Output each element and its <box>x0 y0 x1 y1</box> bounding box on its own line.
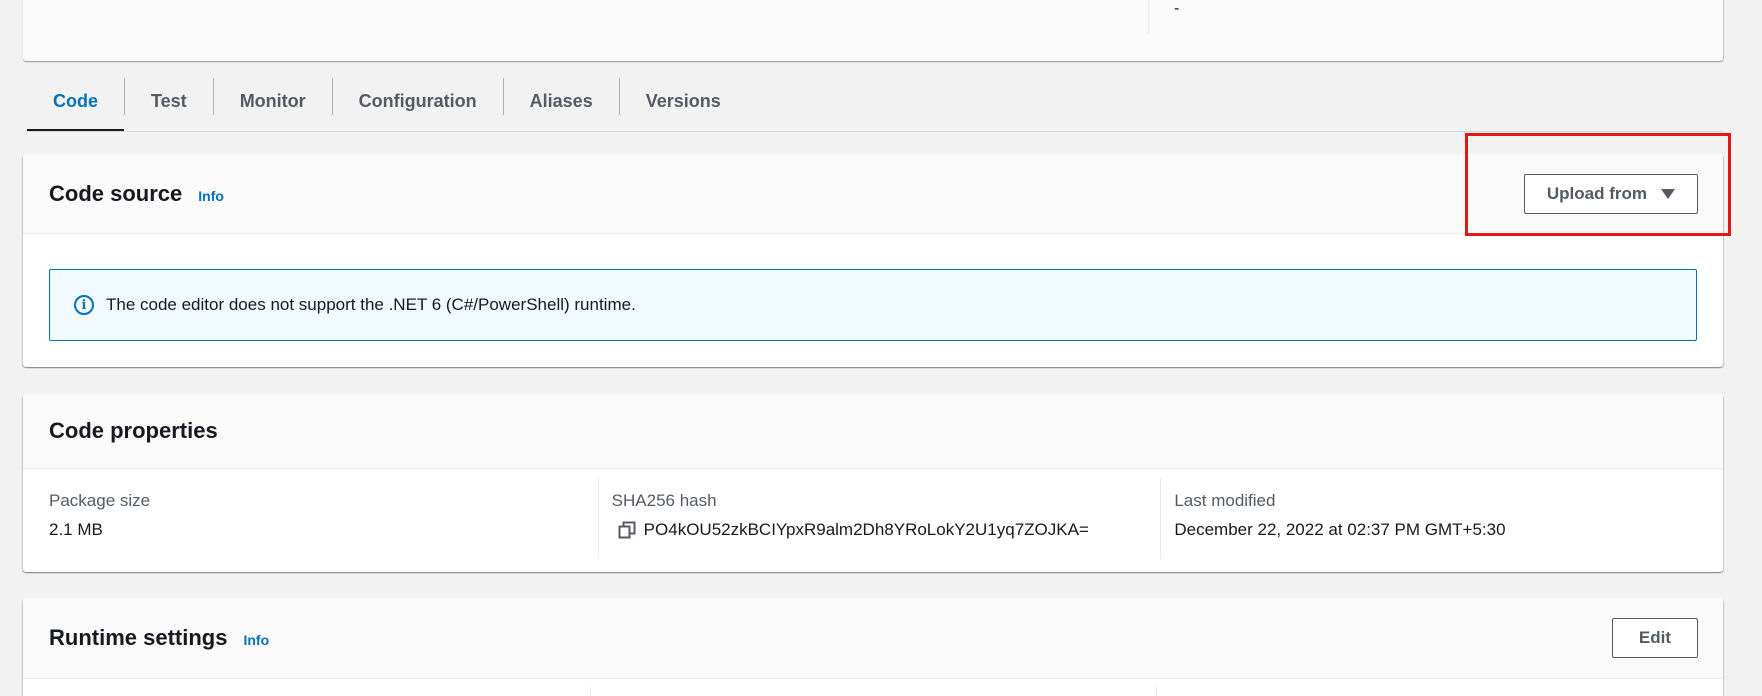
info-circle-icon: i <box>74 295 94 315</box>
function-tabs: Code Test Monitor Configuration Aliases … <box>27 71 747 131</box>
column-divider <box>1148 0 1149 34</box>
sha256-field: SHA256 hash PO4kOU52zkBCIYpxR9alm2Dh8YRo… <box>597 469 1161 572</box>
edit-button[interactable]: Edit <box>1611 618 1698 658</box>
tab-configuration[interactable]: Configuration <box>333 71 503 131</box>
code-properties-title: Code properties <box>49 418 218 443</box>
code-properties-grid: Package size 2.1 MB SHA256 hash PO4kOU52… <box>23 469 1723 572</box>
code-source-panel: Code source Info Upload from i The code … <box>23 154 1723 367</box>
last-modified-label: Last modified <box>1174 491 1276 510</box>
sha256-value: PO4kOU52zkBCIYpxR9alm2Dh8YRoLokY2U1yq7ZO… <box>643 520 1089 539</box>
tab-code[interactable]: Code <box>27 71 124 131</box>
tab-monitor[interactable]: Monitor <box>214 71 332 131</box>
overview-value: - <box>1174 0 1180 17</box>
sha256-value-row: PO4kOU52zkBCIYpxR9alm2Dh8YRoLokY2U1yq7ZO… <box>612 520 1161 540</box>
tab-aliases[interactable]: Aliases <box>504 71 619 131</box>
column-divider <box>590 686 591 696</box>
package-size-value: 2.1 MB <box>49 520 103 539</box>
tab-versions[interactable]: Versions <box>620 71 747 131</box>
caret-down-icon <box>1661 188 1675 199</box>
upload-from-label: Upload from <box>1546 183 1647 203</box>
copy-icon[interactable] <box>618 521 636 539</box>
runtime-info-alert: i The code editor does not support the .… <box>49 269 1697 341</box>
runtime-settings-panel: Runtime settings Info Edit <box>23 598 1723 696</box>
tab-test[interactable]: Test <box>125 71 213 131</box>
package-size-field: Package size 2.1 MB <box>23 469 598 572</box>
last-modified-value: December 22, 2022 at 02:37 PM GMT+5:30 <box>1174 520 1506 539</box>
column-divider <box>1156 686 1157 696</box>
code-source-info-link[interactable]: Info <box>198 188 224 204</box>
function-overview-panel: - <box>23 0 1723 61</box>
package-size-label: Package size <box>49 491 151 510</box>
tabs-underline <box>27 131 1723 132</box>
alert-message: The code editor does not support the .NE… <box>106 295 636 314</box>
lambda-function-page: - Code Test Monitor Configuration Aliase… <box>0 0 1762 696</box>
upload-from-button[interactable]: Upload from <box>1523 173 1698 214</box>
runtime-settings-header: Runtime settings Info Edit <box>23 598 1723 679</box>
code-properties-header: Code properties <box>23 394 1723 469</box>
runtime-settings-info-link[interactable]: Info <box>243 632 269 648</box>
sha256-label: SHA256 hash <box>611 491 717 510</box>
code-source-header: Code source Info Upload from <box>23 154 1723 234</box>
last-modified-field: Last modified December 22, 2022 at 02:37… <box>1160 469 1723 572</box>
code-properties-panel: Code properties Package size 2.1 MB SHA2… <box>23 394 1723 572</box>
code-source-title: Code source <box>49 180 183 206</box>
runtime-settings-title: Runtime settings <box>49 625 228 650</box>
